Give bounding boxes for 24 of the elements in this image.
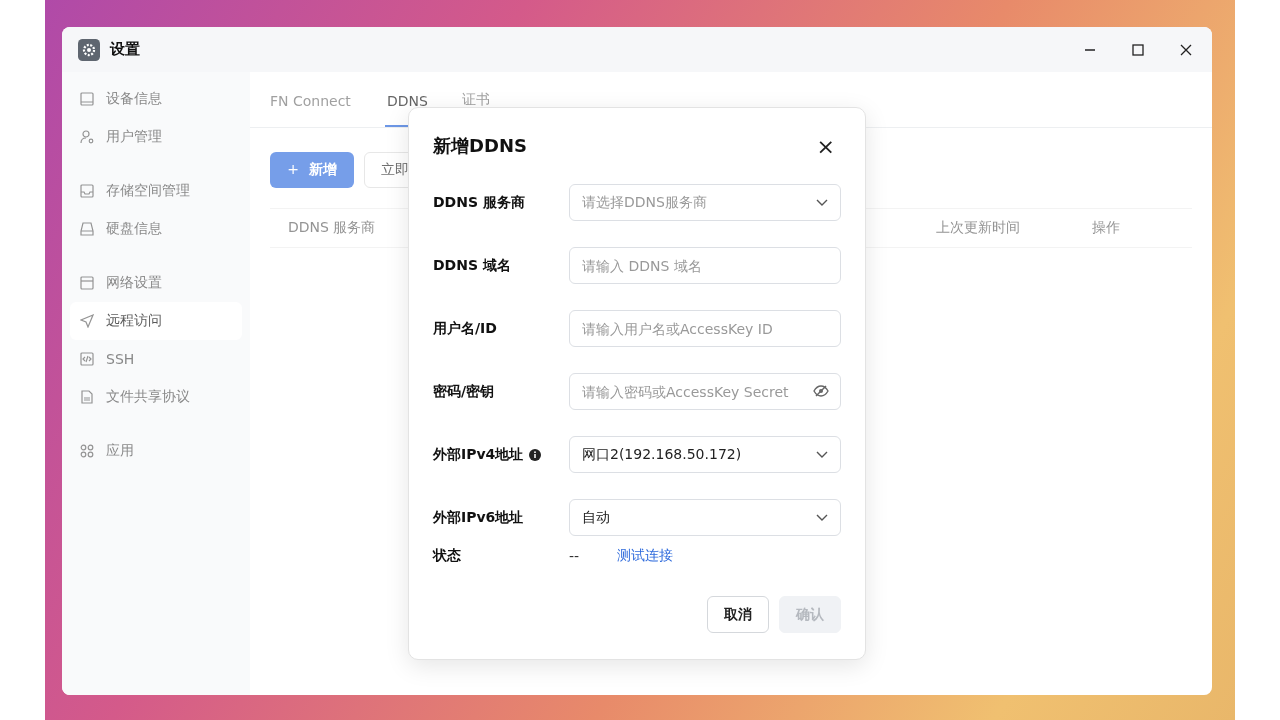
sidebar-label: 用户管理 xyxy=(106,128,162,146)
sidebar-label: 存储空间管理 xyxy=(106,182,190,200)
sidebar-label: 网络设置 xyxy=(106,274,162,292)
field-label: DDNS 域名 xyxy=(433,256,511,275)
select-value: 自动 xyxy=(582,508,610,527)
select-value: 网口2(192.168.50.172) xyxy=(582,445,742,464)
sidebar-label: 设备信息 xyxy=(106,90,162,108)
sidebar-label: SSH xyxy=(106,351,135,367)
column-header: DDNS 服务商 xyxy=(288,219,376,237)
window-title: 设置 xyxy=(110,40,140,59)
status-label: 状态 xyxy=(433,547,462,565)
sidebar-label: 应用 xyxy=(106,442,134,460)
sidebar-label: 硬盘信息 xyxy=(106,220,162,238)
field-label: 外部IPv6地址 xyxy=(433,508,524,527)
field-label: DDNS 服务商 xyxy=(433,193,525,212)
field-label: 密码/密钥 xyxy=(433,382,495,401)
field-label: 用户名/ID xyxy=(433,319,497,338)
sidebar-label: 文件共享协议 xyxy=(106,388,190,406)
status-value: -- xyxy=(569,548,581,564)
column-header: 上次更新时间 xyxy=(936,219,1020,237)
field-label: 外部IPv4地址 xyxy=(433,445,524,464)
sidebar-label: 远程访问 xyxy=(106,312,162,330)
placeholder-text: 请选择DDNS服务商 xyxy=(582,193,707,212)
column-header: 操作 xyxy=(1092,219,1120,237)
